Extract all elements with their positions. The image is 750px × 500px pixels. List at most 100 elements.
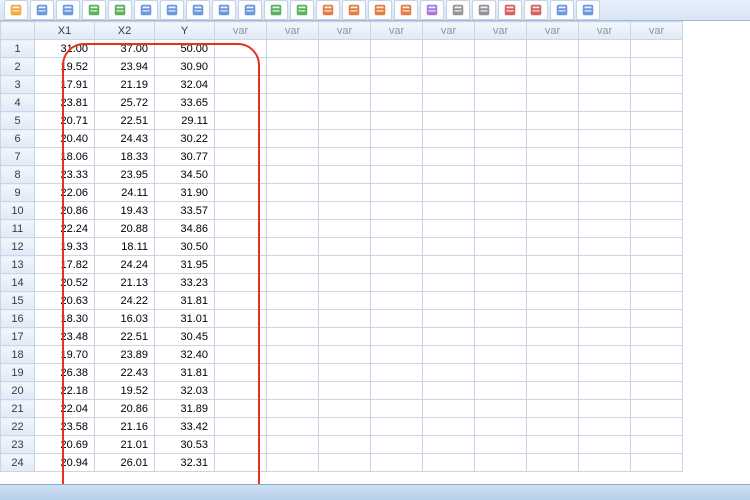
row-header[interactable]: 2 [1, 58, 35, 76]
empty-cell[interactable] [267, 58, 319, 76]
data-cell[interactable]: 19.52 [35, 58, 95, 76]
empty-cell[interactable] [527, 58, 579, 76]
empty-cell[interactable] [371, 40, 423, 58]
empty-cell[interactable] [423, 364, 475, 382]
data-cell[interactable]: 34.50 [155, 166, 215, 184]
data-cell[interactable]: 33.23 [155, 274, 215, 292]
empty-cell[interactable] [267, 148, 319, 166]
empty-cell[interactable] [579, 256, 631, 274]
data-cell[interactable]: 20.52 [35, 274, 95, 292]
empty-cell[interactable] [215, 382, 267, 400]
empty-cell[interactable] [319, 274, 371, 292]
data-cell[interactable]: 25.72 [95, 94, 155, 112]
data-cell[interactable]: 22.24 [35, 220, 95, 238]
data-cell[interactable]: 29.11 [155, 112, 215, 130]
table-icon[interactable] [212, 0, 236, 20]
empty-cell[interactable] [319, 112, 371, 130]
empty-cell[interactable] [371, 202, 423, 220]
empty-cell[interactable] [319, 94, 371, 112]
empty-cell[interactable] [267, 184, 319, 202]
empty-cell[interactable] [527, 184, 579, 202]
data-cell[interactable]: 21.19 [95, 76, 155, 94]
empty-cell[interactable] [267, 220, 319, 238]
empty-cell[interactable] [527, 148, 579, 166]
funnel-icon[interactable] [420, 0, 444, 20]
data-cell[interactable]: 32.31 [155, 454, 215, 472]
data-cell[interactable]: 18.33 [95, 148, 155, 166]
empty-cell[interactable] [371, 328, 423, 346]
empty-cell[interactable] [475, 76, 527, 94]
empty-cell[interactable] [423, 292, 475, 310]
data-cell[interactable]: 31.81 [155, 292, 215, 310]
empty-cell[interactable] [475, 148, 527, 166]
empty-cell[interactable] [579, 418, 631, 436]
empty-cell[interactable] [579, 40, 631, 58]
calendar-icon[interactable] [498, 0, 522, 20]
data-cell[interactable]: 24.22 [95, 292, 155, 310]
empty-cell[interactable] [423, 220, 475, 238]
empty-cell[interactable] [579, 274, 631, 292]
empty-cell[interactable] [371, 382, 423, 400]
table-icon[interactable] [160, 0, 184, 20]
empty-cell[interactable] [527, 40, 579, 58]
empty-cell[interactable] [475, 202, 527, 220]
empty-cell[interactable] [215, 346, 267, 364]
data-cell[interactable]: 20.40 [35, 130, 95, 148]
data-cell[interactable]: 32.03 [155, 382, 215, 400]
row-header[interactable]: 16 [1, 310, 35, 328]
empty-cell[interactable] [475, 436, 527, 454]
empty-cell[interactable] [579, 130, 631, 148]
empty-cell[interactable] [475, 382, 527, 400]
data-cell[interactable]: 31.95 [155, 256, 215, 274]
empty-cell[interactable] [579, 58, 631, 76]
row-header[interactable]: 12 [1, 238, 35, 256]
empty-cell[interactable] [371, 94, 423, 112]
chart-icon[interactable] [368, 0, 392, 20]
data-cell[interactable]: 31.00 [35, 40, 95, 58]
empty-cell[interactable] [423, 328, 475, 346]
empty-cell[interactable] [631, 112, 683, 130]
empty-cell[interactable] [475, 256, 527, 274]
empty-cell[interactable] [319, 364, 371, 382]
empty-cell[interactable] [527, 418, 579, 436]
empty-cell[interactable] [319, 400, 371, 418]
empty-cell[interactable] [371, 184, 423, 202]
data-cell[interactable]: 31.81 [155, 364, 215, 382]
empty-cell[interactable] [319, 220, 371, 238]
data-cell[interactable]: 16.03 [95, 310, 155, 328]
column-header-empty[interactable]: var [475, 22, 527, 40]
empty-cell[interactable] [527, 166, 579, 184]
empty-cell[interactable] [371, 436, 423, 454]
data-cell[interactable]: 24.11 [95, 184, 155, 202]
open-icon[interactable] [4, 0, 28, 20]
data-cell[interactable]: 34.86 [155, 220, 215, 238]
empty-cell[interactable] [579, 76, 631, 94]
empty-cell[interactable] [215, 112, 267, 130]
empty-cell[interactable] [267, 94, 319, 112]
calendar-icon[interactable] [524, 0, 548, 20]
empty-cell[interactable] [215, 58, 267, 76]
empty-cell[interactable] [319, 130, 371, 148]
data-cell[interactable]: 19.33 [35, 238, 95, 256]
empty-cell[interactable] [579, 292, 631, 310]
data-cell[interactable]: 20.86 [35, 202, 95, 220]
empty-cell[interactable] [267, 130, 319, 148]
data-cell[interactable]: 19.70 [35, 346, 95, 364]
empty-cell[interactable] [527, 274, 579, 292]
data-cell[interactable]: 19.52 [95, 382, 155, 400]
print-icon[interactable] [56, 0, 80, 20]
empty-cell[interactable] [215, 238, 267, 256]
data-cell[interactable]: 23.81 [35, 94, 95, 112]
empty-cell[interactable] [631, 364, 683, 382]
empty-cell[interactable] [267, 436, 319, 454]
data-cell[interactable]: 21.13 [95, 274, 155, 292]
empty-cell[interactable] [631, 184, 683, 202]
column-header-empty[interactable]: var [527, 22, 579, 40]
empty-cell[interactable] [631, 40, 683, 58]
empty-cell[interactable] [579, 238, 631, 256]
play-icon[interactable] [264, 0, 288, 20]
empty-cell[interactable] [267, 256, 319, 274]
empty-cell[interactable] [475, 220, 527, 238]
corner-cell[interactable] [1, 22, 35, 40]
empty-cell[interactable] [423, 40, 475, 58]
